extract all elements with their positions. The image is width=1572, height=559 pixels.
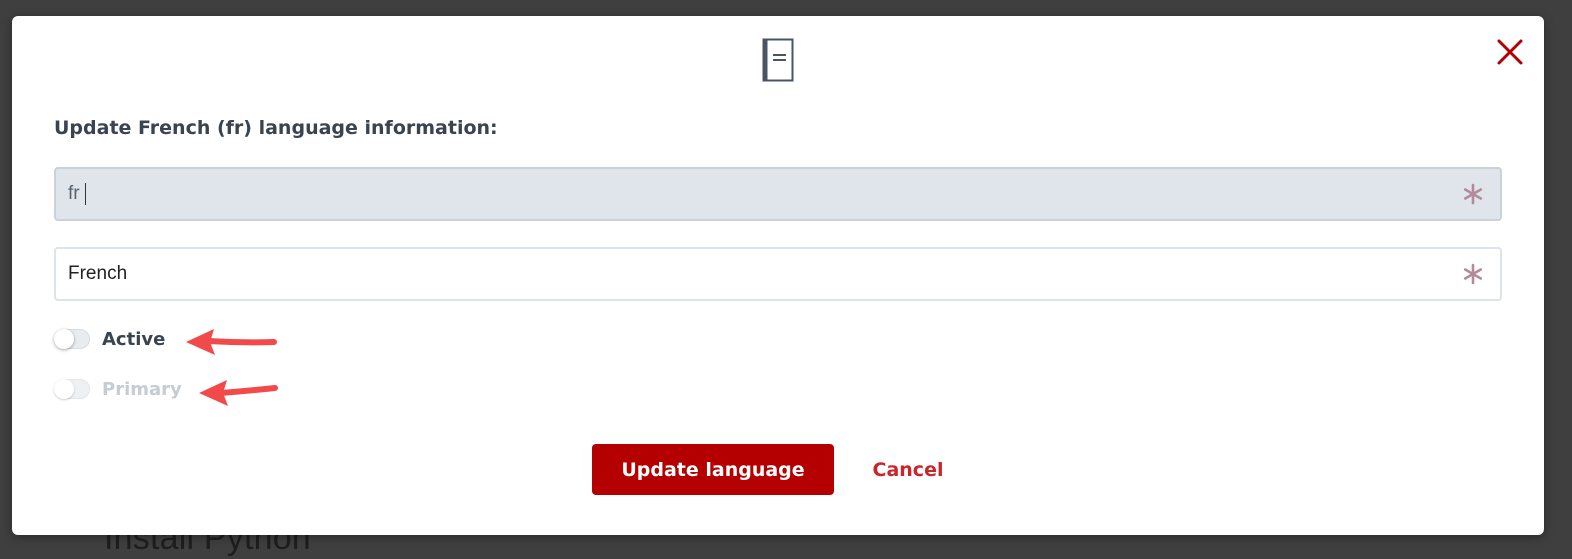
language-name-field[interactable]: [54, 247, 1502, 301]
cancel-button[interactable]: Cancel: [858, 444, 958, 495]
primary-toggle[interactable]: [54, 379, 90, 399]
annotation-arrow: [199, 380, 278, 406]
required-asterisk-icon: [1463, 183, 1483, 205]
toggle-knob: [54, 379, 74, 399]
language-code-input[interactable]: [68, 169, 1428, 219]
active-toggle[interactable]: [54, 329, 90, 349]
required-asterisk-icon: [1463, 263, 1483, 285]
language-name-input[interactable]: [68, 249, 1428, 299]
document-icon: [762, 38, 794, 82]
language-code-field[interactable]: [54, 167, 1502, 221]
primary-toggle-label: Primary: [102, 378, 182, 400]
update-language-modal: Update French (fr) language information:…: [12, 16, 1544, 535]
active-toggle-row: Active: [54, 326, 165, 352]
close-icon[interactable]: [1492, 34, 1528, 70]
toggle-knob: [54, 329, 74, 349]
primary-toggle-row: Primary: [54, 376, 182, 402]
modal-title: Update French (fr) language information:: [54, 117, 498, 139]
update-language-button[interactable]: Update language: [592, 444, 834, 495]
active-toggle-label: Active: [102, 328, 166, 350]
text-caret: [85, 183, 86, 205]
annotation-arrow: [186, 329, 277, 355]
